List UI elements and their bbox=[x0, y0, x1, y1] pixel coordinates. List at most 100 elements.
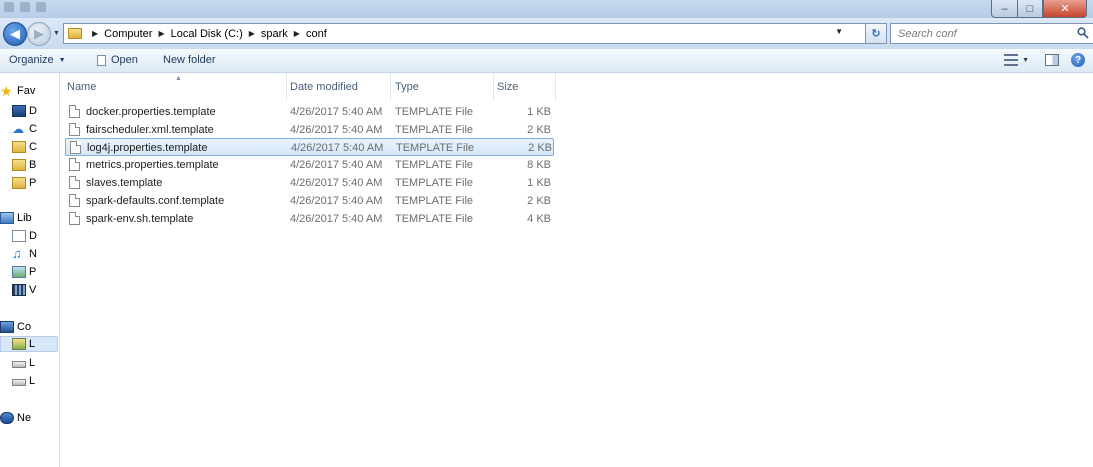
column-header-size[interactable]: Size bbox=[494, 73, 556, 101]
sidebar-item-desktop[interactable]: D bbox=[12, 103, 37, 119]
view-controls: ▼ ? bbox=[1004, 53, 1093, 67]
pictures-icon bbox=[12, 266, 26, 278]
file-icon bbox=[69, 194, 80, 207]
music-icon: ♫ bbox=[12, 246, 22, 261]
file-icon bbox=[69, 158, 80, 171]
sidebar-item-label: Ne bbox=[17, 412, 32, 424]
address-bar[interactable]: ▶ Computer ▶ Local Disk (C:) ▶ spark ▶ c… bbox=[63, 23, 866, 44]
file-row[interactable]: spark-defaults.conf.template 4/26/2017 5… bbox=[65, 192, 554, 210]
file-date: 4/26/2017 5:40 AM bbox=[290, 195, 383, 207]
change-view-icon[interactable] bbox=[1004, 54, 1019, 66]
network-icon bbox=[0, 412, 14, 424]
sidebar-item-pictures[interactable]: P bbox=[12, 264, 36, 280]
close-button[interactable]: ✕ bbox=[1043, 0, 1087, 18]
sidebar-item-favorites[interactable]: ★ Fav bbox=[0, 83, 35, 99]
column-header-type[interactable]: Type bbox=[391, 73, 494, 101]
file-icon bbox=[69, 105, 80, 118]
qat-button[interactable] bbox=[4, 2, 14, 12]
file-date: 4/26/2017 5:40 AM bbox=[291, 142, 384, 154]
file-type: TEMPLATE File bbox=[396, 142, 475, 154]
search-icon[interactable] bbox=[1077, 27, 1089, 39]
sidebar-item-computer[interactable]: Co bbox=[0, 319, 31, 335]
breadcrumb-item[interactable]: Local Disk (C:) bbox=[171, 28, 243, 40]
minimize-button[interactable]: – bbox=[991, 0, 1017, 18]
new-folder-button[interactable]: New folder bbox=[163, 54, 216, 66]
documents-icon bbox=[12, 230, 26, 242]
drive-icon bbox=[12, 361, 26, 368]
file-icon bbox=[69, 123, 80, 136]
sidebar-item-libraries[interactable]: Lib bbox=[0, 210, 32, 226]
breadcrumb-item[interactable]: Computer bbox=[104, 28, 152, 40]
title-bar: – □ ✕ bbox=[0, 0, 1093, 18]
navigation-pane: ★ Fav D ☁ C C B P Lib D ♫ N P V Co L L L… bbox=[0, 73, 60, 467]
search-placeholder: Search conf bbox=[898, 28, 957, 40]
file-name: spark-defaults.conf.template bbox=[86, 195, 225, 207]
file-row[interactable]: slaves.template 4/26/2017 5:40 AM TEMPLA… bbox=[65, 174, 554, 192]
view-options-dropdown-icon[interactable]: ▼ bbox=[1022, 57, 1029, 64]
sidebar-item-cloud[interactable]: ☁ C bbox=[12, 121, 37, 137]
file-row[interactable]: fairscheduler.xml.template 4/26/2017 5:4… bbox=[65, 121, 554, 139]
breadcrumb-item[interactable]: spark bbox=[261, 28, 288, 40]
column-header-name[interactable]: ▲ Name bbox=[61, 73, 287, 101]
window-title bbox=[488, 3, 628, 13]
sidebar-item-drive[interactable]: L bbox=[12, 373, 35, 389]
sidebar-item-drive[interactable]: L bbox=[12, 355, 35, 371]
sidebar-item-label: C bbox=[29, 123, 37, 135]
qat-button[interactable] bbox=[36, 2, 46, 12]
desktop-icon bbox=[12, 105, 26, 117]
chevron-right-icon[interactable]: ▶ bbox=[92, 29, 98, 38]
sidebar-item-label: Lib bbox=[17, 212, 32, 224]
chevron-right-icon[interactable]: ▶ bbox=[158, 29, 164, 38]
help-icon[interactable]: ? bbox=[1071, 53, 1085, 67]
file-type: TEMPLATE File bbox=[395, 195, 474, 207]
sidebar-item-label: P bbox=[29, 266, 37, 278]
sidebar-item-network[interactable]: Ne bbox=[0, 410, 31, 426]
breadcrumb-item[interactable]: conf bbox=[306, 28, 327, 40]
address-history-dropdown-icon[interactable]: ▼ bbox=[835, 27, 843, 36]
sidebar-item-folder[interactable]: C bbox=[12, 139, 37, 155]
file-size: 1 KB bbox=[527, 177, 551, 189]
folder-icon bbox=[12, 141, 26, 153]
file-row[interactable]: spark-env.sh.template 4/26/2017 5:40 AM … bbox=[65, 210, 554, 228]
chevron-right-icon[interactable]: ▶ bbox=[249, 29, 255, 38]
file-row[interactable]: docker.properties.template 4/26/2017 5:4… bbox=[65, 103, 554, 121]
command-bar: Organize ▼ Open New folder ▼ ? bbox=[0, 49, 1093, 73]
qat-button[interactable] bbox=[20, 2, 30, 12]
libraries-icon bbox=[0, 212, 14, 224]
sidebar-item-local-disk-c[interactable]: L bbox=[0, 336, 58, 352]
sidebar-item-folder[interactable]: B bbox=[12, 157, 36, 173]
file-date: 4/26/2017 5:40 AM bbox=[290, 177, 383, 189]
sidebar-item-label: P bbox=[29, 177, 37, 189]
sidebar-item-videos[interactable]: V bbox=[12, 282, 36, 298]
forward-button[interactable]: ▶ bbox=[27, 22, 51, 46]
file-icon bbox=[69, 176, 80, 189]
recent-pages-dropdown-icon[interactable]: ▼ bbox=[53, 30, 60, 37]
back-button[interactable]: ◀ bbox=[3, 22, 27, 46]
file-name: fairscheduler.xml.template bbox=[86, 124, 214, 136]
file-type: TEMPLATE File bbox=[395, 213, 474, 225]
chevron-right-icon[interactable]: ▶ bbox=[294, 29, 300, 38]
folder-icon bbox=[12, 159, 26, 171]
open-button[interactable]: Open bbox=[97, 54, 138, 66]
sidebar-item-label: C bbox=[29, 141, 37, 153]
file-icon bbox=[69, 212, 80, 225]
file-row-selected[interactable]: log4j.properties.template 4/26/2017 5:40… bbox=[65, 138, 554, 156]
sidebar-item-documents[interactable]: D bbox=[12, 228, 37, 244]
sort-ascending-icon: ▲ bbox=[175, 75, 182, 82]
refresh-button[interactable]: ↻ bbox=[866, 23, 887, 44]
sidebar-item-label: D bbox=[29, 230, 37, 242]
file-date: 4/26/2017 5:40 AM bbox=[290, 124, 383, 136]
column-header-label: Date modified bbox=[290, 81, 358, 93]
organize-button[interactable]: Organize ▼ bbox=[9, 54, 66, 66]
file-row[interactable]: metrics.properties.template 4/26/2017 5:… bbox=[65, 156, 554, 174]
file-type: TEMPLATE File bbox=[395, 177, 474, 189]
search-input[interactable]: Search conf bbox=[890, 23, 1093, 44]
column-header-date-modified[interactable]: Date modified bbox=[287, 73, 391, 101]
sidebar-item-folder[interactable]: P bbox=[12, 175, 36, 191]
sidebar-item-label: B bbox=[29, 159, 37, 171]
chevron-down-icon: ▼ bbox=[58, 56, 66, 64]
file-list: ▲ Name Date modified Type Size docker.pr… bbox=[61, 73, 1093, 467]
maximize-button[interactable]: □ bbox=[1017, 0, 1043, 18]
sidebar-item-music[interactable]: ♫ N bbox=[12, 246, 37, 262]
preview-pane-icon[interactable] bbox=[1045, 54, 1059, 66]
